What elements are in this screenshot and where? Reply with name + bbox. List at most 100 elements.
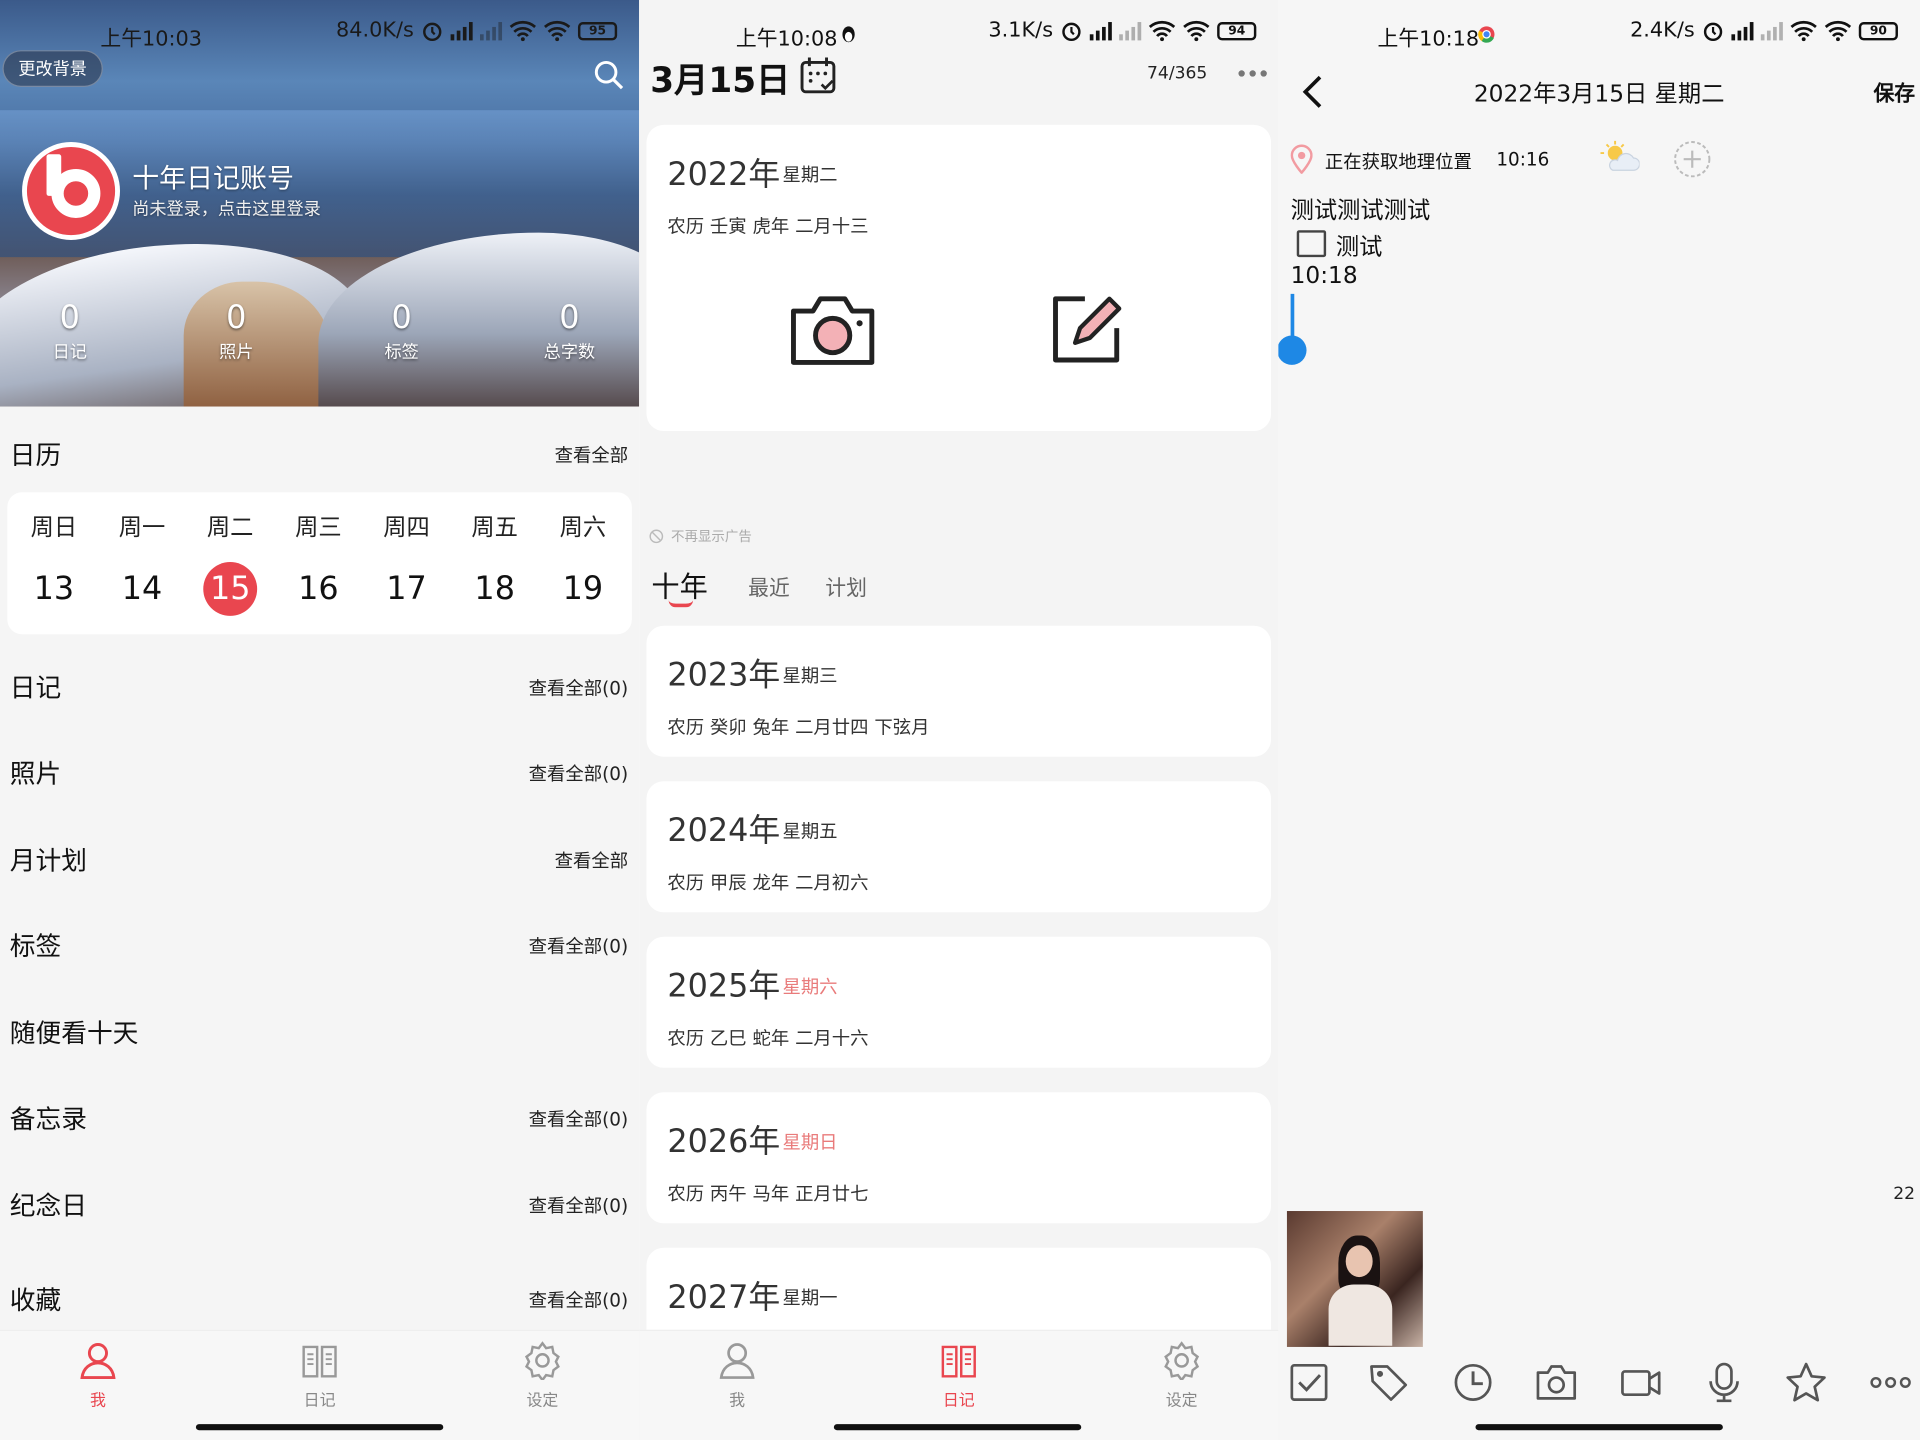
card-year: 2027年 xyxy=(667,1279,781,1317)
edit-icon[interactable] xyxy=(1048,291,1124,367)
section-view-all[interactable]: 查看全部 xyxy=(555,847,628,873)
weather-sun-cloud-icon[interactable] xyxy=(1600,140,1640,174)
search-icon[interactable] xyxy=(593,59,625,91)
status-bar: 上午10:18 2.4K/s 90 xyxy=(1278,0,1920,69)
gear-icon xyxy=(1164,1341,1200,1381)
section-view-all[interactable]: 查看全部(0) xyxy=(529,760,628,786)
card-weekday: 星期三 xyxy=(782,664,838,687)
calendar-day[interactable]: 周五 18 xyxy=(451,509,539,616)
nav-settings[interactable]: 设定 xyxy=(493,1341,591,1411)
section-row[interactable]: 随便看十天 xyxy=(0,1007,639,1056)
net-speed: 2.4K/s xyxy=(1630,18,1695,43)
location-status[interactable]: 正在获取地理位置 xyxy=(1325,148,1472,174)
more-icon[interactable] xyxy=(1237,69,1269,79)
nav-diary[interactable]: 日记 xyxy=(910,1341,1008,1411)
section-row[interactable]: 照片 查看全部(0) xyxy=(0,747,639,796)
calendar-day[interactable]: 周日 13 xyxy=(10,509,98,616)
nav-settings[interactable]: 设定 xyxy=(1133,1341,1231,1411)
block-icon xyxy=(649,529,664,544)
penguin-icon xyxy=(842,26,855,43)
stat-tags[interactable]: 0 标签 xyxy=(340,300,462,364)
stat-diary[interactable]: 0 日记 xyxy=(9,300,131,364)
section-title: 照片 xyxy=(9,759,62,789)
weekday-label: 周一 xyxy=(118,514,166,542)
section-title: 随便看十天 xyxy=(9,1018,139,1049)
calendar-day[interactable]: 周六 19 xyxy=(539,509,627,616)
checkbox-icon[interactable] xyxy=(1288,1362,1330,1404)
save-button[interactable]: 保存 xyxy=(1873,76,1915,106)
section-view-all[interactable]: 查看全部(0) xyxy=(529,675,628,701)
calendar-header: 日历 查看全部 xyxy=(0,429,639,478)
section-title: 月计划 xyxy=(9,846,87,876)
dismiss-ads-link[interactable]: 不再显示广告 xyxy=(649,527,752,547)
section-row[interactable]: 标签 查看全部(0) xyxy=(0,920,639,969)
year-card[interactable]: 2026年 星期日 农历 丙午 马年 正月廿七 xyxy=(646,1092,1272,1224)
calendar-day[interactable]: 周二 15 xyxy=(186,509,274,616)
today-lunar: 农历 壬寅 虎年 二月十三 xyxy=(667,215,869,238)
microphone-icon[interactable] xyxy=(1703,1362,1745,1404)
calendar-day[interactable]: 周四 17 xyxy=(362,509,450,616)
wifi-icon xyxy=(1148,20,1176,42)
signal-icon xyxy=(450,21,473,41)
year-card[interactable]: 2025年 星期六 农历 乙巳 蛇年 二月十六 xyxy=(646,936,1272,1068)
tab-plan[interactable]: 计划 xyxy=(825,571,867,601)
todo-label[interactable]: 测试 xyxy=(1336,229,1383,262)
section-row[interactable]: 收藏 查看全部(0) xyxy=(0,1273,639,1322)
attached-photo[interactable] xyxy=(1286,1211,1423,1347)
section-title: 收藏 xyxy=(9,1285,62,1316)
text-cursor-handle[interactable] xyxy=(1278,335,1307,365)
nav-me[interactable]: 我 xyxy=(688,1341,786,1411)
section-view-all[interactable]: 查看全部(0) xyxy=(529,1106,628,1132)
day-number: 14 xyxy=(121,570,163,608)
calendar-icon[interactable] xyxy=(798,55,840,97)
weekday-label: 周六 xyxy=(559,514,607,542)
section-row[interactable]: 月计划 查看全部 xyxy=(0,834,639,883)
weekday-label: 周四 xyxy=(383,514,430,542)
more-icon[interactable] xyxy=(1870,1362,1912,1404)
stat-photos[interactable]: 0 照片 xyxy=(175,300,297,364)
status-time: 上午10:03 xyxy=(100,26,203,52)
account-title[interactable]: 十年日记账号 xyxy=(132,157,294,196)
video-icon[interactable] xyxy=(1620,1362,1662,1404)
section-view-all[interactable]: 查看全部(0) xyxy=(529,1193,628,1219)
calendar-day[interactable]: 周三 16 xyxy=(274,509,362,616)
nav-me[interactable]: 我 xyxy=(49,1341,147,1411)
tag-icon[interactable] xyxy=(1368,1362,1410,1404)
home-indicator xyxy=(195,1424,444,1431)
stat-word-count[interactable]: 0 总字数 xyxy=(508,300,630,364)
calendar-title: 日历 xyxy=(9,440,62,471)
login-prompt[interactable]: 尚未登录，点击这里登录 xyxy=(132,196,321,220)
selected-day-number: 15 xyxy=(203,562,258,616)
tab-recent[interactable]: 最近 xyxy=(748,571,790,601)
section-row[interactable]: 日记 查看全部(0) xyxy=(0,661,639,710)
clock-icon[interactable] xyxy=(1452,1362,1494,1404)
page-title-date[interactable]: 3月15日 xyxy=(650,54,790,103)
card-weekday: 星期五 xyxy=(782,820,838,843)
year-card[interactable]: 2023年 星期三 农历 癸卯 兔年 二月廿四 下弦月 xyxy=(646,625,1272,757)
day-number: 13 xyxy=(33,570,75,608)
calendar-day[interactable]: 周一 14 xyxy=(98,509,186,616)
battery-icon: 90 xyxy=(1858,21,1898,40)
camera-icon[interactable] xyxy=(1536,1362,1578,1404)
section-row[interactable]: 备忘录 查看全部(0) xyxy=(0,1092,639,1141)
section-row[interactable]: 纪念日 查看全部(0) xyxy=(0,1179,639,1228)
calendar-view-all[interactable]: 查看全部 xyxy=(555,442,628,468)
todo-checkbox[interactable] xyxy=(1296,230,1327,258)
location-pin-icon[interactable] xyxy=(1290,144,1313,174)
today-card: 2022年 星期二 农历 壬寅 虎年 二月十三 xyxy=(646,124,1272,432)
day-number: 19 xyxy=(562,570,604,608)
change-background-button[interactable]: 更改背景 xyxy=(2,50,103,87)
card-year: 2023年 xyxy=(667,657,781,695)
nav-diary[interactable]: 日记 xyxy=(271,1341,369,1411)
app-logo-avatar[interactable] xyxy=(22,142,121,241)
signal-icon xyxy=(1089,21,1112,41)
section-view-all[interactable]: 查看全部(0) xyxy=(529,933,628,959)
card-year: 2024年 xyxy=(667,813,781,850)
section-view-all[interactable]: 查看全部(0) xyxy=(529,1287,628,1313)
star-icon[interactable] xyxy=(1785,1362,1827,1404)
year-card[interactable]: 2024年 星期五 农历 甲辰 龙年 二月初六 xyxy=(646,781,1272,913)
tab-ten-years[interactable]: 十年 xyxy=(651,563,707,605)
add-circle-icon[interactable] xyxy=(1673,140,1712,179)
camera-icon[interactable] xyxy=(789,291,877,367)
entry-body-text[interactable]: 测试测试测试 xyxy=(1291,192,1431,225)
